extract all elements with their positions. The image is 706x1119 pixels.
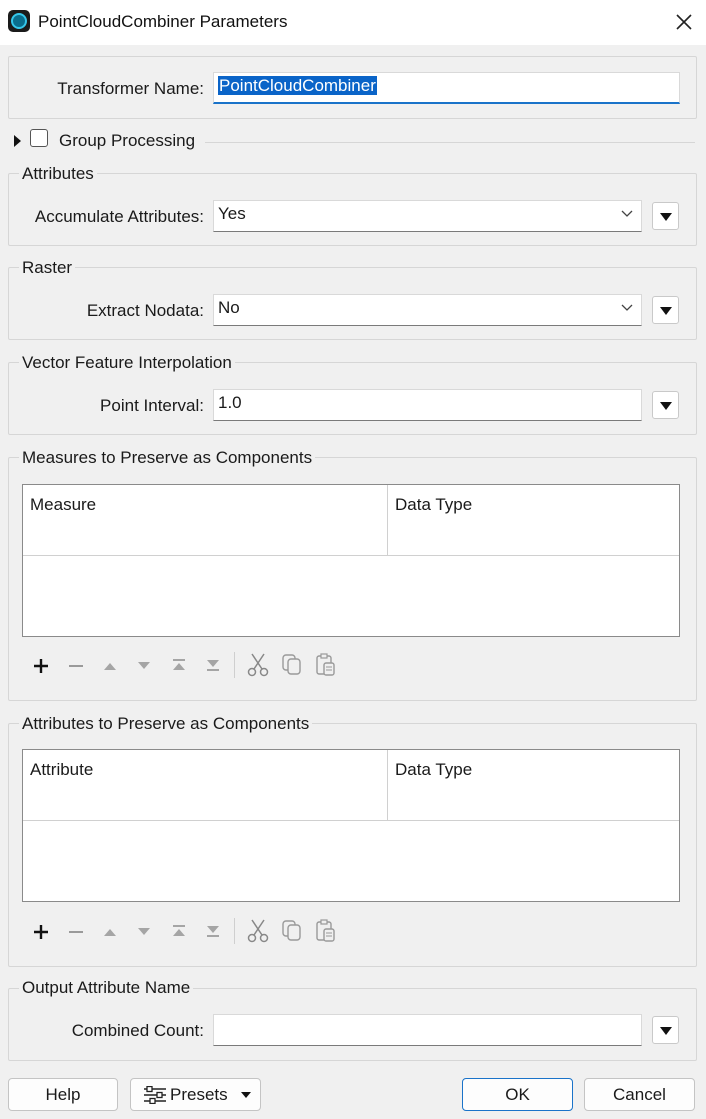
point-interval-value: 1.0	[218, 393, 242, 412]
copy-icon[interactable]	[282, 654, 302, 676]
attributes-toolbar	[28, 918, 348, 946]
combined-count-menu-button[interactable]	[652, 1016, 679, 1044]
combined-count-input[interactable]	[213, 1014, 642, 1046]
data-type-column-header[interactable]: Data Type	[388, 485, 679, 556]
sliders-icon	[144, 1086, 166, 1104]
chevron-down-icon	[621, 304, 633, 311]
presets-button[interactable]: Presets	[130, 1078, 261, 1111]
move-bottom-icon[interactable]	[206, 925, 220, 937]
toolbar-divider	[234, 652, 235, 678]
transformer-name-input[interactable]: PointCloudCombiner	[213, 72, 680, 104]
triangle-down-icon	[660, 1027, 672, 1035]
transformer-name-label: Transformer Name:	[57, 79, 204, 98]
close-icon[interactable]	[672, 10, 696, 34]
divider	[205, 142, 695, 143]
extract-nodata-menu-button[interactable]	[652, 296, 679, 324]
triangle-down-icon	[660, 307, 672, 315]
move-down-icon[interactable]	[138, 928, 150, 936]
output-attribute-title: Output Attribute Name	[19, 978, 194, 998]
move-top-icon[interactable]	[172, 659, 186, 671]
move-up-icon[interactable]	[104, 928, 116, 936]
cancel-button[interactable]: Cancel	[584, 1078, 695, 1111]
extract-nodata-label: Extract Nodata:	[86, 301, 204, 320]
add-icon[interactable]	[33, 924, 49, 940]
presets-label: Presets	[170, 1085, 228, 1104]
extract-nodata-value: No	[218, 298, 240, 317]
move-down-icon[interactable]	[138, 662, 150, 670]
data-type-column-header[interactable]: Data Type	[388, 750, 679, 821]
measure-column-header[interactable]: Measure	[23, 485, 388, 556]
triangle-down-icon	[660, 402, 672, 410]
extract-nodata-select[interactable]: No	[213, 294, 642, 326]
vector-interpolation-title: Vector Feature Interpolation	[19, 353, 235, 373]
add-icon[interactable]	[33, 658, 49, 674]
group-processing-label: Group Processing	[59, 131, 196, 150]
point-cloud-icon	[8, 10, 30, 32]
triangle-down-icon	[241, 1092, 251, 1098]
measures-table[interactable]: Measure Data Type	[22, 484, 680, 637]
help-button[interactable]: Help	[8, 1078, 118, 1111]
move-up-icon[interactable]	[104, 662, 116, 670]
point-interval-menu-button[interactable]	[652, 391, 679, 419]
attributes-table[interactable]: Attribute Data Type	[22, 749, 680, 902]
point-interval-input[interactable]: 1.0	[213, 389, 642, 421]
group-processing-checkbox[interactable]	[30, 129, 48, 147]
copy-icon[interactable]	[282, 920, 302, 942]
move-bottom-icon[interactable]	[206, 659, 220, 671]
accumulate-attributes-value: Yes	[218, 204, 246, 223]
window-title: PointCloudCombiner Parameters	[38, 12, 288, 31]
attribute-column-header[interactable]: Attribute	[23, 750, 388, 821]
accumulate-menu-button[interactable]	[652, 202, 679, 230]
cut-icon[interactable]	[247, 919, 269, 943]
measures-title: Measures to Preserve as Components	[19, 448, 316, 468]
raster-title: Raster	[19, 258, 76, 278]
expand-arrow-icon[interactable]	[13, 132, 22, 152]
cut-icon[interactable]	[247, 653, 269, 677]
accumulate-attributes-label: Accumulate Attributes:	[34, 207, 204, 226]
measures-toolbar	[28, 652, 348, 680]
paste-icon[interactable]	[316, 653, 336, 677]
attributes-title: Attributes	[19, 164, 97, 184]
title-bar: PointCloudCombiner Parameters	[0, 0, 706, 45]
ok-button[interactable]: OK	[462, 1078, 573, 1111]
combined-count-label: Combined Count:	[71, 1021, 204, 1040]
remove-icon[interactable]	[68, 658, 84, 674]
toolbar-divider	[234, 918, 235, 944]
paste-icon[interactable]	[316, 919, 336, 943]
attributes-preserve-title: Attributes to Preserve as Components	[19, 714, 313, 734]
triangle-down-icon	[660, 213, 672, 221]
move-top-icon[interactable]	[172, 925, 186, 937]
point-interval-label: Point Interval:	[100, 396, 204, 415]
transformer-name-value: PointCloudCombiner	[218, 76, 377, 95]
accumulate-attributes-select[interactable]: Yes	[213, 200, 642, 232]
chevron-down-icon	[621, 210, 633, 217]
remove-icon[interactable]	[68, 924, 84, 940]
